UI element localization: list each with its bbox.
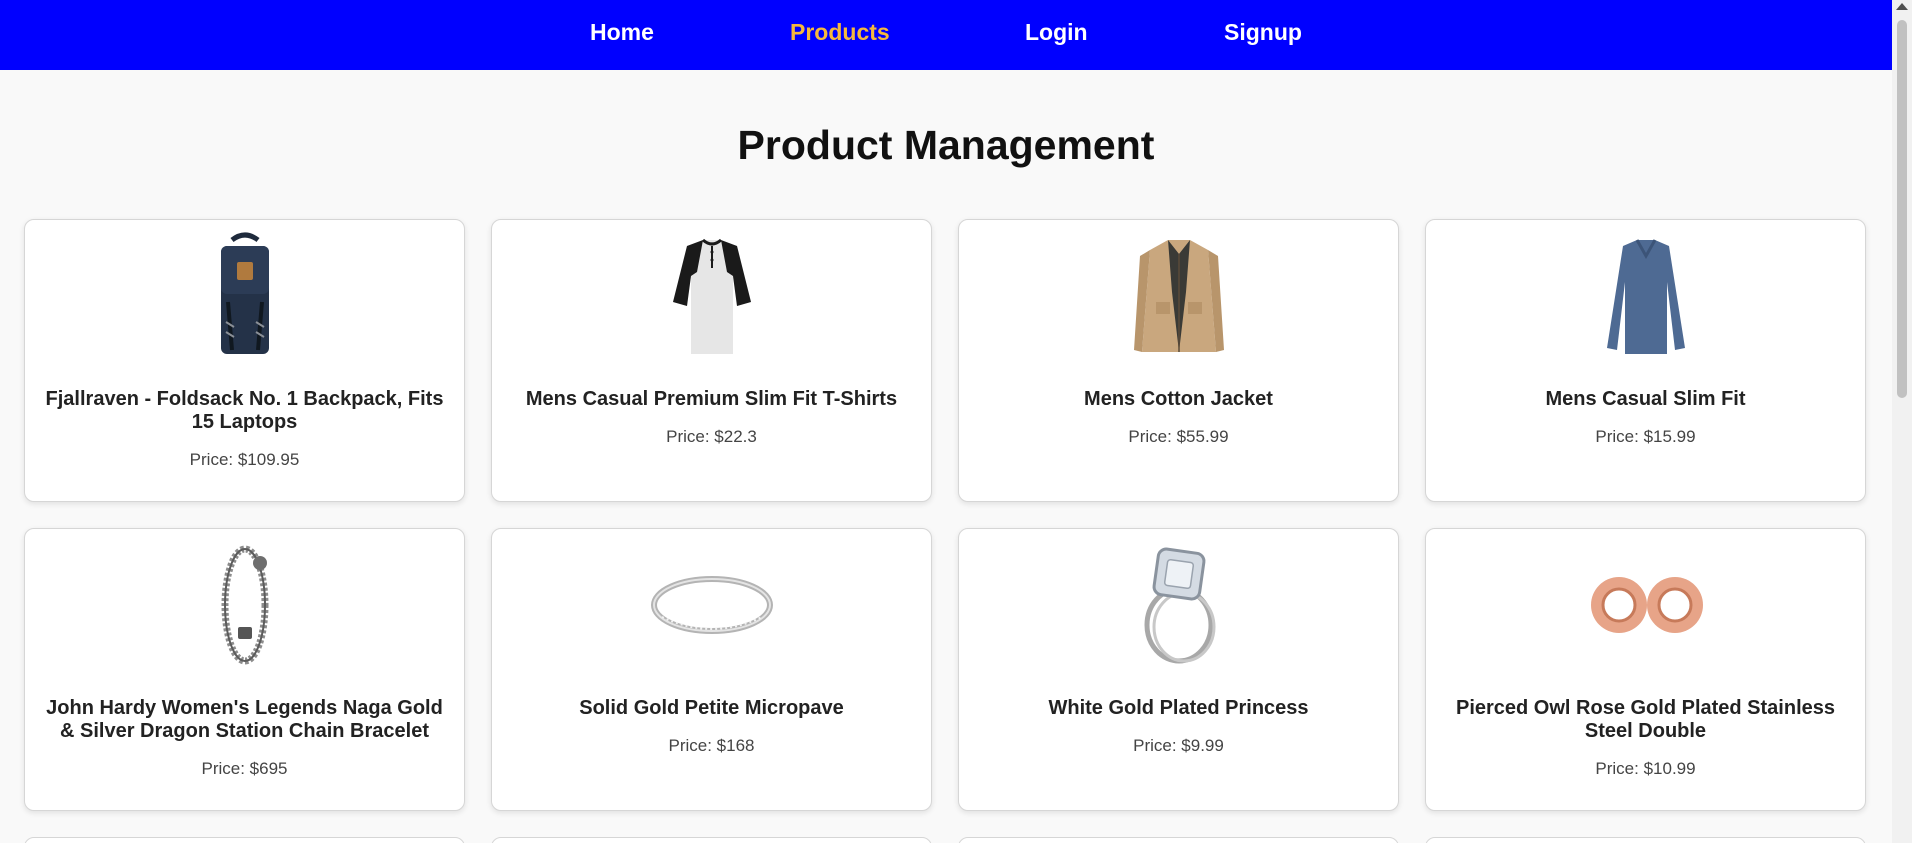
nav-signup-link[interactable]: Signup [1224, 19, 1302, 46]
bracelet-image [221, 545, 268, 665]
longsleeve-image [1606, 239, 1685, 354]
ring-image [650, 576, 773, 634]
product-card-partial[interactable] [958, 837, 1399, 843]
product-price: Price: $695 [201, 759, 288, 778]
page: Home Products Login Signup Product Manag… [0, 0, 1912, 843]
tshirt-image [672, 238, 751, 354]
backpack-image [220, 232, 269, 354]
plugs-image [1590, 577, 1703, 633]
jacket-image [1133, 240, 1224, 352]
product-card[interactable]: Solid Gold Petite Micropave Price: $168 [491, 528, 932, 811]
product-grid: Fjallraven - Foldsack No. 1 Backpack, Fi… [24, 219, 1866, 811]
scroll-thumb[interactable] [1897, 20, 1907, 398]
diamond-ring-image [1144, 547, 1215, 664]
scroll-up-icon[interactable] [1896, 3, 1908, 10]
product-price: Price: $109.95 [189, 450, 300, 469]
nav-products-link[interactable]: Products [790, 19, 890, 46]
page-title: Product Management [737, 122, 1155, 168]
product-price: Price: $168 [668, 736, 755, 755]
product-title: Mens Casual Slim Fit [1545, 388, 1746, 410]
product-title: Mens Casual Premium Slim Fit T-Shirts [525, 388, 898, 410]
product-price: Price: $10.99 [1595, 759, 1696, 778]
product-card-partial[interactable] [24, 837, 465, 843]
product-card[interactable]: Mens Cotton Jacket Price: $55.99 [958, 219, 1399, 502]
product-price: Price: $55.99 [1128, 427, 1229, 446]
product-card[interactable]: Mens Casual Slim Fit Price: $15.99 [1425, 219, 1866, 502]
product-title: White Gold Plated Princess [1048, 697, 1309, 719]
product-title: John Hardy Women's Legends Naga Gold & S… [46, 697, 443, 742]
product-card[interactable]: Pierced Owl Rose Gold Plated Stainless S… [1425, 528, 1866, 811]
product-title: Fjallraven - Foldsack No. 1 Backpack, Fi… [45, 388, 444, 433]
nav-login-link[interactable]: Login [1025, 19, 1088, 46]
navbar: Home Products Login Signup [0, 0, 1892, 70]
product-price: Price: $22.3 [666, 427, 757, 446]
product-card[interactable]: White Gold Plated Princess Price: $9.99 [958, 528, 1399, 811]
product-card-partial[interactable] [1425, 837, 1866, 843]
product-card[interactable]: Fjallraven - Foldsack No. 1 Backpack, Fi… [24, 219, 465, 502]
product-title: Solid Gold Petite Micropave [579, 697, 844, 719]
product-title: Mens Cotton Jacket [1084, 388, 1273, 410]
product-price: Price: $15.99 [1595, 427, 1696, 446]
scrollbar[interactable] [1892, 0, 1912, 843]
product-card[interactable]: Mens Casual Premium Slim Fit T-Shirts Pr… [491, 219, 932, 502]
product-title: Pierced Owl Rose Gold Plated Stainless S… [1455, 697, 1835, 742]
product-card-partial[interactable] [491, 837, 932, 843]
nav-home-link[interactable]: Home [590, 19, 654, 46]
product-card[interactable]: John Hardy Women's Legends Naga Gold & S… [24, 528, 465, 811]
product-price: Price: $9.99 [1133, 736, 1224, 755]
